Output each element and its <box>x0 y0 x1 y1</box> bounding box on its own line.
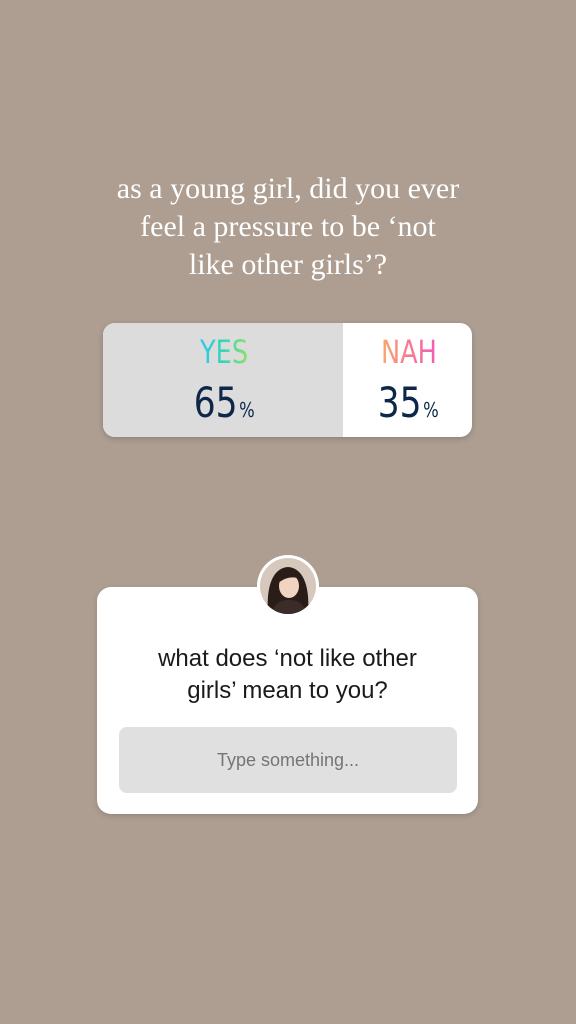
profile-avatar <box>257 555 319 617</box>
profile-avatar-icon <box>260 558 316 614</box>
poll-option-nah-label: NAH <box>380 333 437 371</box>
poll-option-yes-percent-value: 65 <box>193 378 238 427</box>
question-sticker-input[interactable]: Type something... <box>119 727 457 793</box>
poll-option-nah[interactable]: NAH 35% <box>345 323 472 437</box>
story-question-text: as a young girl, did you ever feel a pre… <box>116 172 460 281</box>
poll-option-nah-percent-value: 35 <box>377 378 422 427</box>
poll-sticker: YES 65% NAH 35% <box>103 323 472 437</box>
poll-option-nah-percent: 35% <box>378 381 439 432</box>
poll-option-yes-label: YES <box>199 333 249 371</box>
question-sticker: what does ‘not like other girls’ mean to… <box>97 587 478 814</box>
question-sticker-prompt: what does ‘not like other girls’ mean to… <box>158 645 417 704</box>
poll-option-yes-percent-sign: % <box>238 398 255 422</box>
poll-option-yes[interactable]: YES 65% <box>103 323 345 437</box>
poll-option-yes-percent: 65% <box>193 381 254 432</box>
poll-option-nah-percent-sign: % <box>423 398 440 422</box>
